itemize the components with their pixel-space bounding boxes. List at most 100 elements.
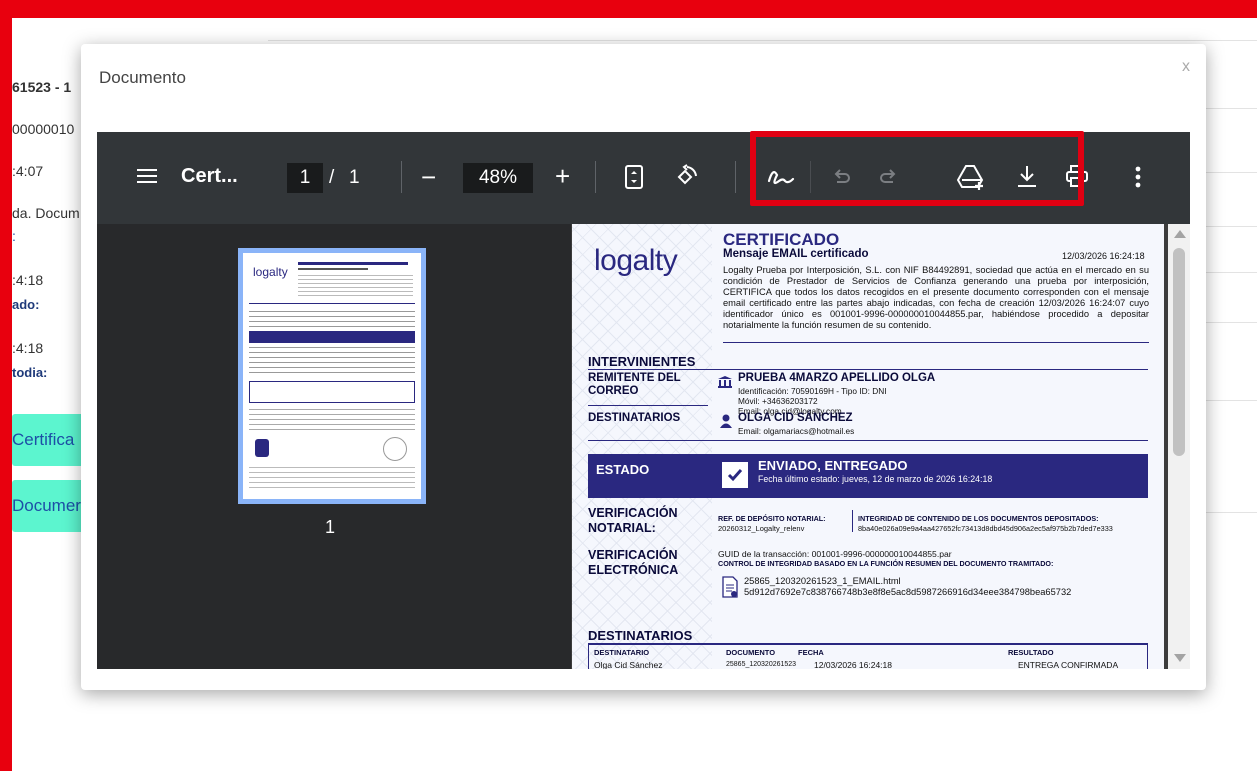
thumbnail-text-block — [249, 311, 415, 327]
verificacion-notarial-label: VERIFICACIÓN NOTARIAL: — [588, 506, 678, 535]
thumbnail-seal — [383, 437, 407, 461]
certificate-date: 12/03/2026 16:24:18 — [1062, 251, 1145, 261]
destinatarios-label: DESTINATARIOS — [588, 412, 681, 424]
fit-page-icon[interactable] — [625, 165, 643, 194]
thumbnail-lock — [255, 439, 269, 457]
annotation-highlight-box — [750, 131, 1084, 206]
file-name: 25865_120320261523_1_EMAIL.html — [744, 576, 901, 586]
verificacion-electronica-label: VERIFICACIÓN ELECTRÓNICA — [588, 548, 679, 577]
scroll-thumb[interactable] — [1173, 248, 1185, 456]
col-resultado: RESULTADO — [1008, 648, 1054, 657]
remitente-movil: Móvil: +34636203172 — [738, 396, 818, 406]
row-fecha: 12/03/2026 16:24:18 — [814, 660, 892, 669]
thumbnail-line — [249, 303, 415, 304]
ref-deposito-value: 20260312_Logalty_relenv — [718, 524, 805, 533]
thumbnail-page: logalty — [243, 253, 421, 499]
scroll-up-arrow[interactable] — [1174, 230, 1186, 238]
close-button[interactable]: x — [1182, 58, 1190, 76]
zoom-in-button[interactable]: + — [555, 161, 570, 192]
row-resultado: ENTREGA CONFIRMADA — [1018, 660, 1119, 669]
more-vert-icon[interactable] — [1135, 166, 1141, 193]
row-destinatario: Olga Cid Sánchez — [594, 660, 663, 669]
destinatario-email: Email: olgamariacs@hotmail.es — [738, 426, 855, 436]
thumbnail-text-block — [298, 275, 413, 297]
guilloche-pattern — [572, 224, 712, 669]
remitente-id: Identificación: 70590169H - Tipo ID: DNI — [738, 386, 887, 396]
bg-divider — [1206, 108, 1257, 109]
row-documento: 25865_120320261523 — [726, 661, 797, 668]
rotate-icon[interactable] — [673, 164, 699, 195]
control-label: CONTROL DE INTEGRIDAD BASADO EN LA FUNCI… — [718, 559, 1054, 568]
section-destinatarios: DESTINATARIOS — [588, 628, 693, 643]
bg-text: : — [12, 228, 16, 244]
bg-text: todia: — [12, 365, 48, 380]
ref-deposito-label: REF. DE DEPÓSITO NOTARIAL: — [718, 514, 826, 523]
thumbnail-sidebar: logalty 1 — [97, 224, 571, 669]
thumbnail-line — [298, 262, 408, 265]
bg-text: ado: — [12, 297, 40, 312]
zoom-input[interactable]: 48% — [463, 163, 533, 193]
divider — [588, 405, 708, 406]
bg-text: 00000010 — [12, 121, 75, 137]
divider — [588, 440, 1148, 441]
scroll-down-arrow[interactable] — [1174, 654, 1186, 662]
page-number-input[interactable]: 1 — [287, 163, 323, 193]
bg-divider — [1206, 172, 1257, 173]
page-thumbnail[interactable]: logalty — [238, 248, 426, 504]
institution-icon — [718, 375, 732, 393]
estado-label: ESTADO — [596, 462, 650, 477]
pdf-page: logalty CERTIFICADO Mensaje EMAIL certif… — [572, 224, 1164, 669]
thumbnail-text-block — [249, 467, 415, 489]
zoom-out-button[interactable]: − — [421, 162, 436, 193]
bg-divider — [1206, 400, 1257, 401]
toolbar-divider — [401, 161, 402, 193]
toolbar-divider — [595, 161, 596, 193]
person-icon — [720, 414, 732, 433]
thumbnail-table — [249, 381, 415, 403]
file-hash: 5d912d7692e7c838766748b3e8f8e5ac8d598726… — [744, 587, 1072, 597]
bg-text: da. Docum — [12, 205, 80, 221]
remitente-name: PRUEBA 4MARZO APELLIDO OLGA — [738, 372, 936, 384]
bg-text: :4:18 — [12, 340, 44, 356]
bg-divider — [1206, 226, 1257, 227]
page-separator: / — [329, 167, 335, 188]
vertical-scrollbar[interactable] — [1168, 224, 1190, 669]
bg-text: :4:18 — [12, 272, 44, 288]
document-file-icon — [722, 576, 738, 603]
destinatario-name: OLGA CID SÁNCHEZ — [738, 412, 853, 424]
menu-icon[interactable] — [137, 168, 157, 189]
col-destinatario: DESTINATARIO — [594, 648, 650, 657]
logalty-logo: logalty — [594, 244, 678, 277]
bg-divider — [1206, 272, 1257, 273]
toolbar-divider — [735, 161, 736, 193]
remitente-label: REMITENTE DEL CORREO — [588, 372, 681, 397]
guid-text: GUID de la transacción: 001001-9996-0000… — [718, 549, 952, 559]
thumbnail-line — [298, 268, 368, 270]
document-title: Cert... — [181, 165, 238, 187]
estado-value: ENVIADO, ENTREGADO — [758, 458, 908, 473]
integridad-value: 8ba40e026a09e9a4aa427652fc73413d8dbd45d9… — [858, 524, 1113, 533]
divider — [723, 342, 1149, 343]
thumbnail-text-block — [249, 347, 415, 377]
bg-text: :4:07 — [12, 163, 44, 179]
bg-text: 61523 - 1 — [12, 79, 72, 95]
pdf-viewer: Cert... 1 / 1 − 48% + logalty 1 logalty … — [97, 132, 1190, 669]
thumbnail-status-bar — [249, 331, 415, 343]
divider — [852, 510, 853, 532]
col-fecha: FECHA — [798, 648, 824, 657]
check-icon — [722, 462, 748, 488]
bg-divider — [1206, 322, 1257, 323]
modal-title: Documento — [99, 68, 186, 87]
divider — [588, 369, 1148, 370]
page-total: 1 — [349, 167, 360, 188]
bg-divider — [1206, 512, 1257, 513]
bg-divider — [268, 40, 1257, 41]
section-intervinientes: INTERVINIENTES — [588, 354, 696, 369]
certificate-subheading: Mensaje EMAIL certificado — [723, 248, 869, 260]
integridad-label: INTEGRIDAD DE CONTENIDO DE LOS DOCUMENTO… — [858, 514, 1099, 523]
certificate-paragraph: Logalty Prueba por Interposición, S.L. c… — [723, 265, 1149, 330]
thumbnail-logo: logalty — [253, 265, 288, 279]
certificate-heading: CERTIFICADO — [723, 230, 840, 249]
thumbnail-page-number: 1 — [325, 517, 336, 537]
estado-fecha: Fecha último estado: jueves, 12 de marzo… — [758, 474, 993, 484]
